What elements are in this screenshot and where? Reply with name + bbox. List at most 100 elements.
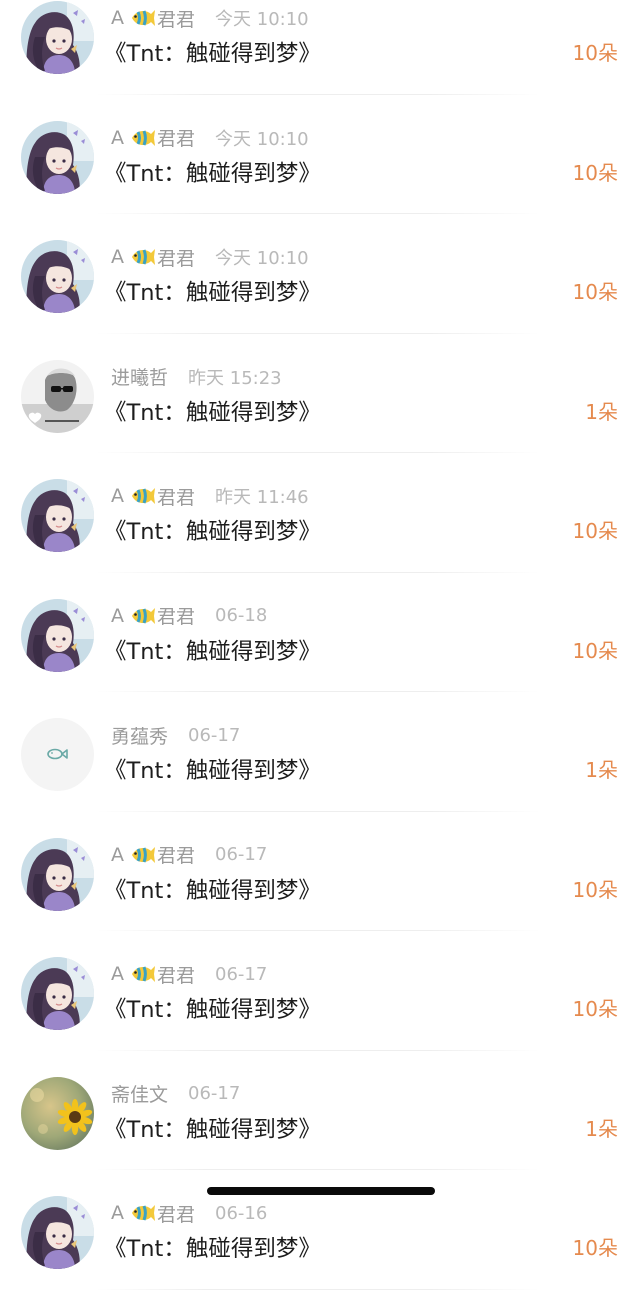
user-name[interactable]: A 君君 <box>111 961 195 988</box>
gift-record-list: A 君君 今天 10:10 《Tnt：触碰得到梦》 10朵 A 君君 今天 10:10 《… <box>0 0 640 1290</box>
flower-count: 10朵 <box>572 1236 618 1260</box>
girl-avatar[interactable] <box>21 1196 94 1269</box>
timestamp: 06-16 <box>215 1202 268 1224</box>
girl-avatar[interactable] <box>21 957 94 1030</box>
flower-count: 10朵 <box>572 41 618 65</box>
girl-avatar[interactable] <box>21 240 94 313</box>
list-item[interactable]: A 君君 06-18 《Tnt：触碰得到梦》 10朵 <box>0 573 640 692</box>
default-fish-avatar[interactable] <box>21 718 94 791</box>
list-item[interactable]: 勇蕴秀 06-17 《Tnt：触碰得到梦》 1朵 <box>0 692 640 812</box>
timestamp: 昨天 15:23 <box>188 367 282 389</box>
user-name-prefix: A <box>111 604 124 627</box>
timestamp: 今天 10:10 <box>215 248 309 269</box>
fish-icon <box>130 1202 156 1224</box>
work-title: 《Tnt：触碰得到梦》 <box>104 160 321 187</box>
user-name-suffix: 君君 <box>157 845 196 867</box>
list-item[interactable]: 斋佳文 06-17 《Tnt：触碰得到梦》 1朵 <box>0 1051 640 1170</box>
list-item[interactable]: A 君君 今天 10:10 《Tnt：触碰得到梦》 10朵 <box>0 95 640 214</box>
user-name[interactable]: A 君君 <box>111 602 195 629</box>
list-item[interactable]: 进曦哲 昨天 15:23 《Tnt：触碰得到梦》 1朵 <box>0 334 640 453</box>
item-meta: 进曦哲 昨天 15:23 <box>111 364 282 390</box>
work-title: 《Tnt：触碰得到梦》 <box>104 758 321 784</box>
flower-count: 1朵 <box>585 399 618 424</box>
user-name-prefix: 斋佳文 <box>111 1084 169 1106</box>
item-meta: 斋佳文 06-17 <box>111 1081 240 1107</box>
user-name-prefix: A <box>111 126 124 149</box>
girl-avatar[interactable] <box>21 120 94 194</box>
timestamp: 今天 10:10 <box>215 9 309 30</box>
timestamp: 06-17 <box>188 1083 241 1104</box>
user-name[interactable]: A 君君 <box>111 5 195 32</box>
girl-avatar[interactable] <box>21 837 94 911</box>
home-indicator[interactable] <box>207 1187 435 1195</box>
work-title: 《Tnt：触碰得到梦》 <box>104 997 321 1023</box>
user-name-prefix: 勇蕴秀 <box>111 725 169 748</box>
work-title: 《Tnt：触碰得到梦》 <box>104 41 321 67</box>
user-name-suffix: 君君 <box>157 247 196 270</box>
user-name-prefix: A <box>111 1202 124 1224</box>
user-name[interactable]: 勇蕴秀 <box>111 722 168 749</box>
fish-icon <box>130 246 156 268</box>
list-item[interactable]: A 君君 06-17 《Tnt：触碰得到梦》 10朵 <box>0 931 640 1051</box>
list-item[interactable]: A 君君 昨天 11:46 《Tnt：触碰得到梦》 10朵 <box>0 453 640 573</box>
flower-count: 1朵 <box>585 1116 618 1141</box>
user-name-prefix: A <box>111 246 124 268</box>
work-title: 《Tnt：触碰得到梦》 <box>104 877 321 904</box>
list-item[interactable]: A 君君 06-17 《Tnt：触碰得到梦》 10朵 <box>0 812 640 931</box>
sunglasses-avatar[interactable] <box>21 359 94 433</box>
item-meta: A 君君 06-17 <box>111 961 267 987</box>
item-meta: A 君君 06-16 <box>111 1200 267 1226</box>
work-title: 《Tnt：触碰得到梦》 <box>104 638 321 665</box>
user-name-prefix: A <box>111 7 124 29</box>
user-name-suffix: 君君 <box>157 1203 196 1226</box>
flower-count: 10朵 <box>572 519 618 543</box>
user-name[interactable]: A 君君 <box>111 841 195 868</box>
user-name-prefix: A <box>111 485 124 507</box>
girl-avatar[interactable] <box>21 479 94 552</box>
timestamp: 06-17 <box>188 724 241 746</box>
timestamp: 06-18 <box>215 605 268 626</box>
timestamp: 06-17 <box>215 844 268 865</box>
user-name-prefix: 进曦哲 <box>111 367 169 389</box>
fish-icon <box>130 963 156 985</box>
item-meta: A 君君 今天 10:10 <box>111 5 309 31</box>
list-item[interactable]: A 君君 今天 10:10 《Tnt：触碰得到梦》 10朵 <box>0 0 640 95</box>
timestamp: 今天 10:10 <box>215 128 309 150</box>
girl-avatar[interactable] <box>21 1 94 74</box>
work-title: 《Tnt：触碰得到梦》 <box>104 1116 321 1143</box>
work-title: 《Tnt：触碰得到梦》 <box>104 399 321 426</box>
user-name-suffix: 君君 <box>157 128 196 150</box>
flower-count: 10朵 <box>572 160 618 185</box>
item-meta: A 君君 06-18 <box>111 603 267 629</box>
work-title: 《Tnt：触碰得到梦》 <box>104 1236 321 1262</box>
user-name-suffix: 君君 <box>157 486 196 509</box>
flower-count: 10朵 <box>572 638 618 663</box>
flower-count: 1朵 <box>585 758 618 782</box>
sunflower-avatar[interactable] <box>21 1076 94 1150</box>
work-title: 《Tnt：触碰得到梦》 <box>104 280 321 306</box>
fish-icon <box>130 485 156 507</box>
fish-icon <box>130 7 156 29</box>
user-name-prefix: A <box>111 963 124 985</box>
item-meta: A 君君 今天 10:10 <box>111 244 309 270</box>
user-name[interactable]: A 君君 <box>111 1200 195 1227</box>
item-meta: 勇蕴秀 06-17 <box>111 722 240 748</box>
user-name[interactable]: A 君君 <box>111 483 195 510</box>
list-item[interactable]: A 君君 今天 10:10 《Tnt：触碰得到梦》 10朵 <box>0 214 640 334</box>
item-meta: A 君君 今天 10:10 <box>111 125 309 151</box>
user-name-suffix: 君君 <box>157 8 196 31</box>
user-name[interactable]: A 君君 <box>111 244 195 271</box>
timestamp: 06-17 <box>215 963 268 985</box>
divider <box>96 1288 540 1290</box>
user-name[interactable]: 进曦哲 <box>111 363 168 390</box>
item-meta: A 君君 06-17 <box>111 842 267 868</box>
flower-count: 10朵 <box>572 877 618 902</box>
user-name[interactable]: A 君君 <box>111 124 195 151</box>
timestamp: 昨天 11:46 <box>215 487 309 508</box>
flower-count: 10朵 <box>572 997 618 1021</box>
girl-avatar[interactable] <box>21 598 94 672</box>
user-name-prefix: A <box>111 843 124 866</box>
work-title: 《Tnt：触碰得到梦》 <box>104 519 321 545</box>
user-name[interactable]: 斋佳文 <box>111 1080 168 1107</box>
item-meta: A 君君 昨天 11:46 <box>111 483 309 509</box>
